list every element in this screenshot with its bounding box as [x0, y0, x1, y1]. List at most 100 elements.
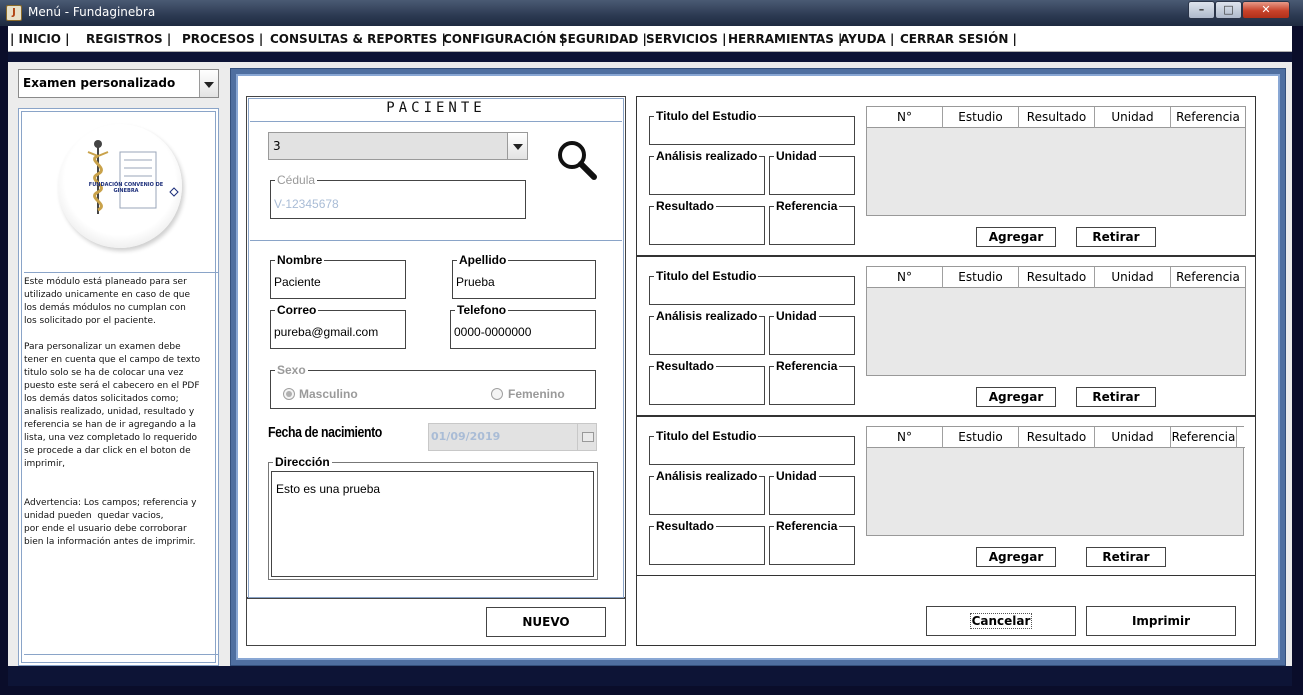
- fecha-nacimiento-value: 01/09/2019: [431, 430, 501, 443]
- titulo-label: Titulo del Estudio: [654, 269, 759, 283]
- referencia-label: Referencia: [774, 199, 840, 213]
- column-header[interactable]: Estudio: [943, 427, 1019, 448]
- study-block-1: Titulo del Estudio Análisis realizado Un…: [636, 96, 1256, 256]
- femenino-radio[interactable]: [491, 388, 503, 400]
- column-header[interactable]: Referencia: [1171, 427, 1237, 448]
- referencia-label: Referencia: [774, 359, 840, 373]
- column-header[interactable]: N°: [867, 107, 943, 128]
- menu-seguridad[interactable]: SEGURIDAD |: [559, 32, 647, 46]
- referencia-field[interactable]: Referencia: [769, 199, 855, 245]
- referencia-field[interactable]: Referencia: [769, 519, 855, 565]
- femenino-label: Femenino: [508, 387, 565, 401]
- unidad-field[interactable]: Unidad: [769, 149, 855, 195]
- menu-procesos[interactable]: PROCESOS |: [182, 32, 263, 46]
- column-header[interactable]: Referencia: [1171, 107, 1245, 128]
- calendar-icon[interactable]: [577, 423, 597, 451]
- table-header: N° Estudio Resultado Unidad Referencia: [867, 267, 1245, 288]
- titulo-field[interactable]: Titulo del Estudio: [649, 269, 855, 305]
- direccion-textarea[interactable]: Esto es una prueba: [271, 471, 594, 577]
- study-table[interactable]: N° Estudio Resultado Unidad Referencia: [866, 426, 1245, 536]
- agregar-button[interactable]: Agregar: [976, 387, 1056, 407]
- retirar-button[interactable]: Retirar: [1076, 387, 1156, 407]
- cancel-button[interactable]: Cancelar: [926, 606, 1076, 636]
- telefono-value: 0000-0000000: [454, 325, 532, 339]
- resultado-field[interactable]: Resultado: [649, 199, 765, 245]
- agregar-button[interactable]: Agregar: [976, 227, 1056, 247]
- divider: [24, 654, 219, 655]
- menu-cerrar-sesion[interactable]: CERRAR SESIÓN |: [900, 32, 1017, 46]
- menu-consultas-reportes[interactable]: CONSULTAS & REPORTES |: [270, 32, 446, 46]
- menu-registros[interactable]: REGISTROS |: [86, 32, 171, 46]
- minimize-button[interactable]: –: [1188, 1, 1215, 19]
- column-header[interactable]: Resultado: [1019, 267, 1095, 288]
- cedula-field[interactable]: Cédula V-12345678: [270, 173, 526, 219]
- status-strip: [8, 666, 1292, 686]
- nombre-field[interactable]: Nombre Paciente: [270, 253, 406, 299]
- analisis-label: Análisis realizado: [654, 149, 760, 163]
- column-header[interactable]: Resultado: [1019, 107, 1095, 128]
- direccion-field[interactable]: Dirección Esto es una prueba: [268, 455, 598, 580]
- analisis-field[interactable]: Análisis realizado: [649, 149, 765, 195]
- nuevo-button[interactable]: NUEVO: [486, 607, 606, 637]
- menu-servicios[interactable]: SERVICIOS |: [646, 32, 727, 46]
- column-header[interactable]: Unidad: [1095, 107, 1171, 128]
- maximize-button[interactable]: □: [1215, 1, 1242, 19]
- menu-configuracion[interactable]: CONFIGURACIÓN |: [443, 32, 565, 46]
- telefono-field[interactable]: Telefono 0000-0000000: [450, 303, 596, 349]
- masculino-radio[interactable]: [283, 388, 295, 400]
- nombre-value: Paciente: [274, 275, 321, 289]
- module-description: Este módulo está planeado para ser utili…: [24, 277, 201, 547]
- menu-separator: [8, 52, 1292, 62]
- unidad-field[interactable]: Unidad: [769, 309, 855, 355]
- analisis-field[interactable]: Análisis realizado: [649, 309, 765, 355]
- retirar-button[interactable]: Retirar: [1086, 547, 1166, 567]
- cedula-label: Cédula: [275, 173, 318, 187]
- menu-herramientas[interactable]: HERRAMIENTAS |: [728, 32, 842, 46]
- fecha-nacimiento-label: Fecha de nacimiento: [268, 424, 382, 441]
- resultado-label: Resultado: [654, 519, 717, 533]
- analisis-label: Análisis realizado: [654, 469, 760, 483]
- analisis-field[interactable]: Análisis realizado: [649, 469, 765, 515]
- retirar-button[interactable]: Retirar: [1076, 227, 1156, 247]
- sexo-group: Sexo Masculino Femenino: [270, 363, 596, 409]
- resultado-field[interactable]: Resultado: [649, 359, 765, 405]
- column-header[interactable]: Referencia: [1171, 267, 1245, 288]
- apellido-label: Apellido: [457, 253, 509, 267]
- study-table[interactable]: N° Estudio Resultado Unidad Referencia: [866, 106, 1246, 216]
- apellido-field[interactable]: Apellido Prueba: [452, 253, 596, 299]
- column-header[interactable]: Estudio: [943, 267, 1019, 288]
- cancel-label: Cancelar: [969, 613, 1033, 629]
- column-header[interactable]: Estudio: [943, 107, 1019, 128]
- print-button[interactable]: Imprimir: [1086, 606, 1236, 636]
- titulo-field[interactable]: Titulo del Estudio: [649, 109, 855, 145]
- column-header[interactable]: N°: [867, 427, 943, 448]
- correo-field[interactable]: Correo pureba@gmail.com: [270, 303, 406, 349]
- column-header[interactable]: Unidad: [1095, 267, 1171, 288]
- chevron-down-icon[interactable]: [199, 70, 218, 97]
- study-table[interactable]: N° Estudio Resultado Unidad Referencia: [866, 266, 1246, 376]
- patient-section-title: PACIENTE: [250, 100, 622, 122]
- menu-inicio[interactable]: | INICIO |: [10, 32, 70, 46]
- info-panel-inner: FUNDACIÓN CONVENIO DE GINEBRA Este módul…: [21, 111, 219, 663]
- exam-type-value: Examen personalizado: [23, 76, 176, 90]
- telefono-label: Telefono: [455, 303, 509, 317]
- actions-panel: Cancelar Imprimir: [636, 576, 1256, 646]
- exam-type-select[interactable]: Examen personalizado: [18, 69, 219, 98]
- agregar-button[interactable]: Agregar: [976, 547, 1056, 567]
- menu-ayuda[interactable]: AYUDA |: [840, 32, 894, 46]
- correo-value: pureba@gmail.com: [274, 325, 379, 339]
- titulo-field[interactable]: Titulo del Estudio: [649, 429, 855, 465]
- column-header[interactable]: Unidad: [1095, 427, 1171, 448]
- referencia-field[interactable]: Referencia: [769, 359, 855, 405]
- resultado-field[interactable]: Resultado: [649, 519, 765, 565]
- unidad-field[interactable]: Unidad: [769, 469, 855, 515]
- table-header: N° Estudio Resultado Unidad Referencia: [867, 427, 1245, 448]
- chevron-down-icon[interactable]: [507, 133, 527, 159]
- column-header[interactable]: Resultado: [1019, 427, 1095, 448]
- column-header[interactable]: N°: [867, 267, 943, 288]
- info-panel: FUNDACIÓN CONVENIO DE GINEBRA Este módul…: [18, 108, 219, 666]
- fecha-nacimiento-field[interactable]: 01/09/2019: [428, 423, 578, 451]
- close-button[interactable]: ✕: [1242, 1, 1290, 19]
- search-icon[interactable]: [557, 140, 597, 180]
- patient-selector[interactable]: 3: [268, 132, 528, 160]
